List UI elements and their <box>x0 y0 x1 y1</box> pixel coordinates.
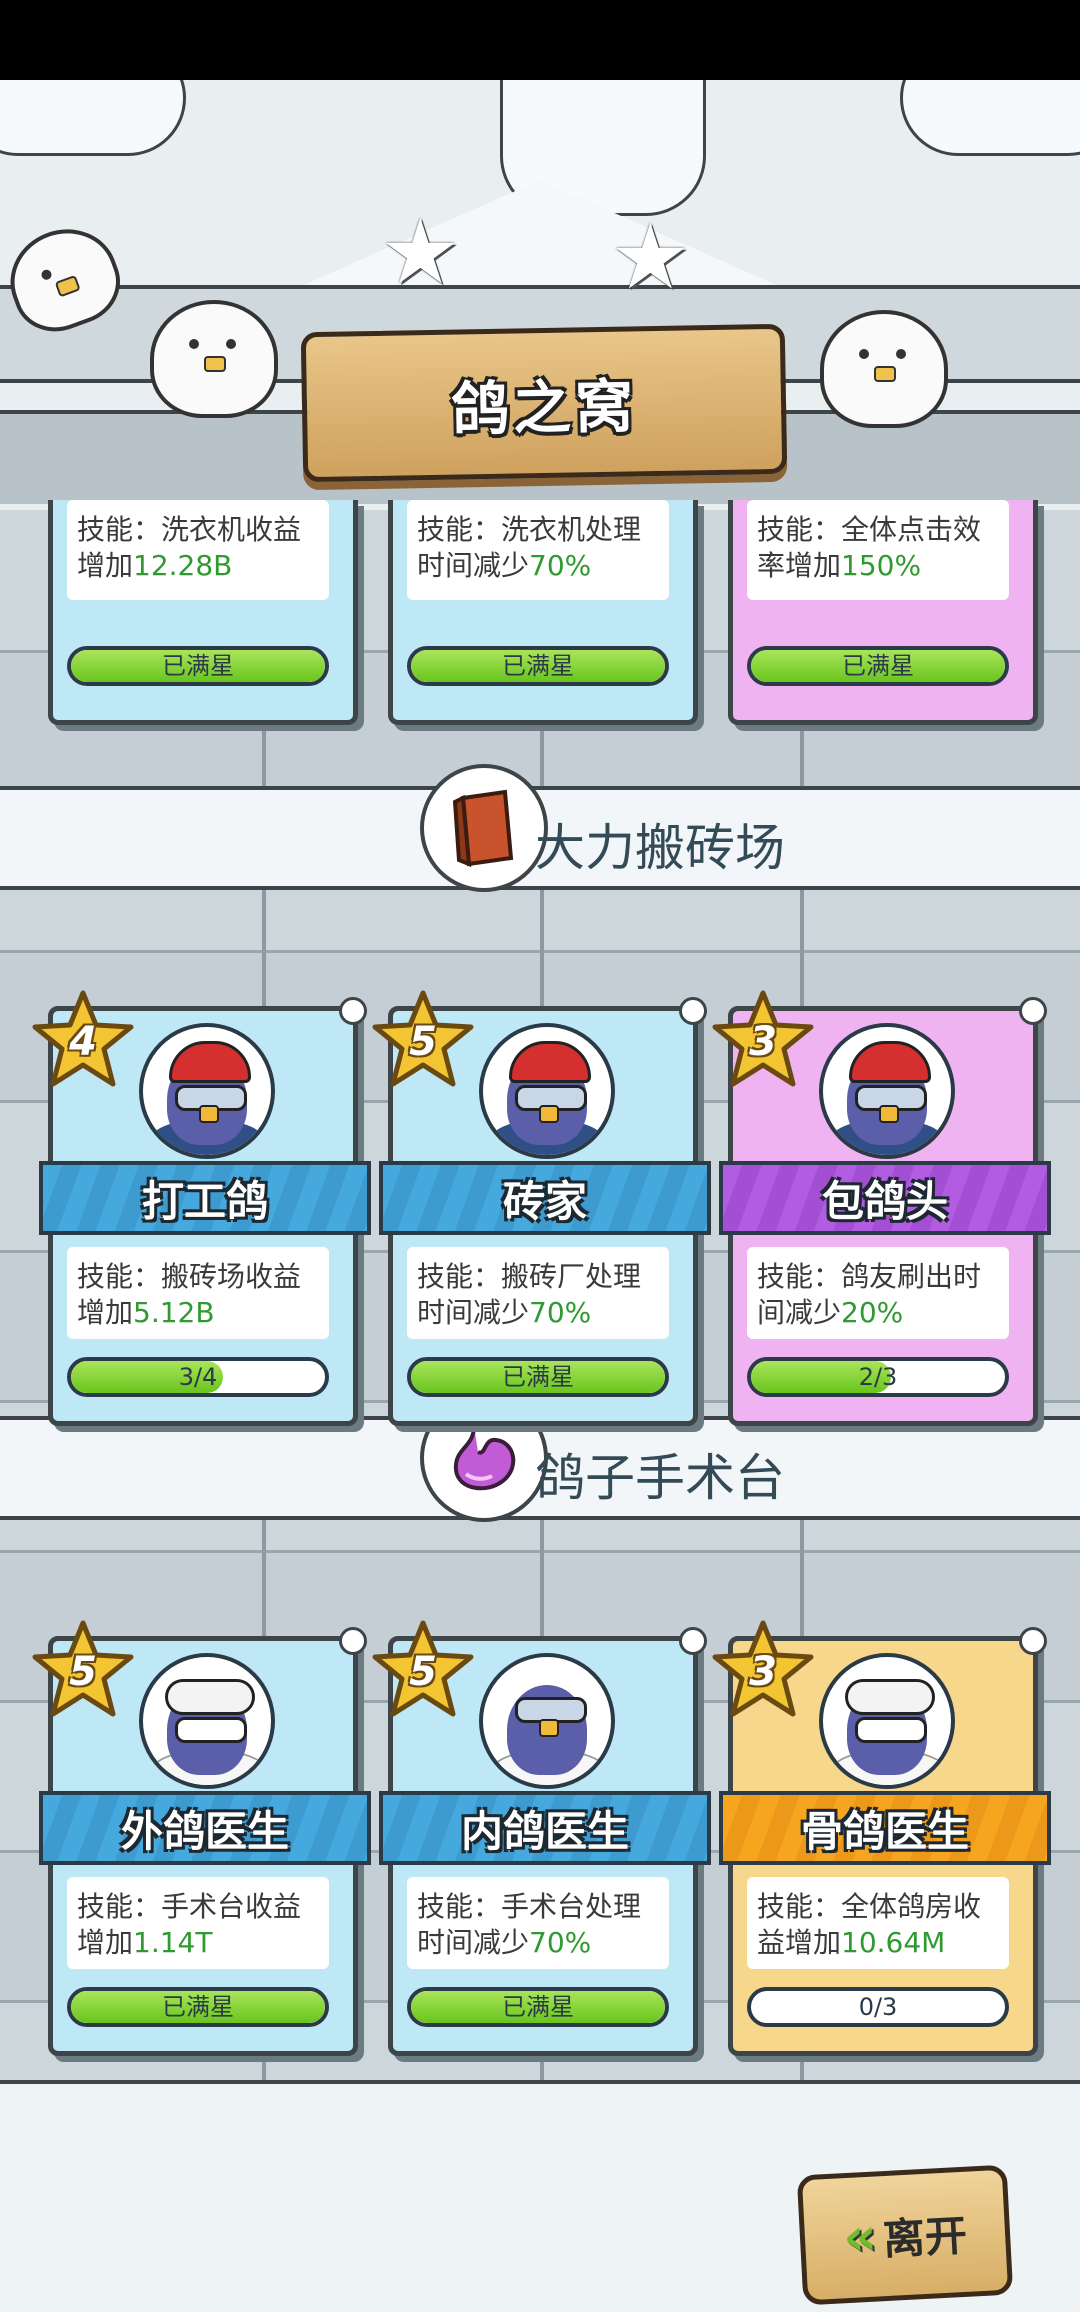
pigeon-card[interactable]: 3 包鸽头技能：鸽友刷出时间减少20% 2/3 <box>712 990 1051 1426</box>
progress-label: 0/3 <box>858 1993 898 2021</box>
progress-label: 3/4 <box>178 1363 218 1391</box>
progress-label: 已满星 <box>842 652 914 680</box>
progress-label: 已满星 <box>502 1363 574 1391</box>
skill-value: 70% <box>529 1296 592 1329</box>
pigeon-card[interactable]: 5 砖家技能：搬砖厂处理时间减少70% 已满星 <box>372 990 711 1426</box>
skill-description: 技能：洗衣机处理时间减少70% <box>407 500 669 600</box>
pigeon-name: 打工鸽 <box>141 1176 268 1226</box>
pigeon-name: 砖家 <box>502 1176 587 1226</box>
skill-value: 20% <box>841 1296 904 1329</box>
corner-pin-icon <box>339 1627 367 1655</box>
star-progress-bar: 0/3 <box>747 1987 1009 2027</box>
pigeon-card[interactable]: 技能：洗衣机处理时间减少70% 已满星 <box>388 500 698 725</box>
skill-value: 1.14T <box>133 1926 213 1959</box>
back-arrow-icon: « <box>841 2206 879 2269</box>
skill-value: 5.12B <box>133 1296 215 1329</box>
star-level-badge: 4 <box>31 989 135 1089</box>
card-name-banner: 砖家 <box>379 1161 711 1235</box>
star-level-badge: 3 <box>711 1619 815 1719</box>
star-progress-bar: 已满星 <box>407 646 669 686</box>
pigeon-card[interactable]: 技能：全体点击效率增加150% 已满星 <box>728 500 1038 725</box>
progress-label: 已满星 <box>502 652 574 680</box>
snow-cloud <box>900 80 1080 156</box>
pigeon-avatar <box>479 1653 615 1789</box>
star-level: 5 <box>409 1649 437 1695</box>
pigeon-card[interactable]: 3 骨鸽医生技能：全体鸽房收益增加10.64M 0/3 <box>712 1620 1051 2056</box>
progress-label: 2/3 <box>858 1363 898 1391</box>
pigeon-decoration-icon <box>150 300 278 418</box>
pigeon-name: 外鸽医生 <box>120 1806 289 1856</box>
section-title: 鸽子手术台 <box>535 1449 785 1507</box>
card-name-banner: 骨鸽医生 <box>719 1791 1051 1865</box>
skill-value: 150% <box>841 549 922 582</box>
skill-value: 12.28B <box>133 549 233 582</box>
card-name-banner: 外鸽医生 <box>39 1791 371 1865</box>
star-level: 5 <box>69 1649 97 1695</box>
star-level-badge: 3 <box>711 989 815 1089</box>
section-header-brick-yard: 大力搬砖场 <box>0 764 1080 892</box>
leave-button[interactable]: « 离开 <box>796 2164 1014 2306</box>
progress-label: 已满星 <box>162 1993 234 2021</box>
leave-button-label: 离开 <box>881 2210 969 2264</box>
star-progress-bar: 已满星 <box>407 1987 669 2027</box>
skill-value: 70% <box>529 549 592 582</box>
card-name-banner: 内鸽医生 <box>379 1791 711 1865</box>
brick-icon <box>420 764 548 892</box>
skill-description: 技能：手术台处理时间减少70% <box>407 1877 669 1969</box>
pigeon-card[interactable]: 5 外鸽医生技能：手术台收益增加1.14T 已满星 <box>32 1620 371 2056</box>
title-sign: 鸽之窝 <box>300 323 788 483</box>
game-screen: ★ ★ 鸽之窝 技能：洗衣机收益增加12.28B 已满星 技能：洗衣机处理时间减少7… <box>0 80 1080 2312</box>
pigeon-avatar <box>139 1653 275 1789</box>
skill-value: 70% <box>529 1926 592 1959</box>
skill-description: 技能：洗衣机收益增加12.28B <box>67 500 329 600</box>
pigeon-avatar <box>819 1653 955 1789</box>
pigeon-card[interactable]: 4 打工鸽技能：搬砖场收益增加5.12B 3/4 <box>32 990 371 1426</box>
skill-description: 技能：搬砖场收益增加5.12B <box>67 1247 329 1339</box>
corner-pin-icon <box>679 997 707 1025</box>
pigeon-name: 包鸽头 <box>821 1176 948 1226</box>
section-header-surgery-table: 鸽子手术台 <box>0 1394 1080 1522</box>
card-name-banner: 打工鸽 <box>39 1161 371 1235</box>
star-level-badge: 5 <box>371 1619 475 1719</box>
star-level-badge: 5 <box>31 1619 135 1719</box>
progress-label: 已满星 <box>502 1993 574 2021</box>
card-name-banner: 包鸽头 <box>719 1161 1051 1235</box>
skill-description: 技能：搬砖厂处理时间减少70% <box>407 1247 669 1339</box>
star-progress-bar: 已满星 <box>67 646 329 686</box>
progress-label: 已满星 <box>162 652 234 680</box>
pigeon-card[interactable]: 5 内鸽医生技能：手术台处理时间减少70% 已满星 <box>372 1620 711 2056</box>
star-progress-bar: 已满星 <box>67 1987 329 2027</box>
star-decoration-icon: ★ <box>610 205 691 310</box>
star-progress-bar: 已满星 <box>747 646 1009 686</box>
pigeon-avatar <box>479 1023 615 1159</box>
star-level: 4 <box>69 1019 97 1065</box>
star-level: 3 <box>749 1649 777 1695</box>
skill-description: 技能：全体鸽房收益增加10.64M <box>747 1877 1009 1969</box>
skill-value: 10.64M <box>841 1926 946 1959</box>
pigeon-decoration-icon <box>820 310 948 428</box>
skill-description: 技能：全体点击效率增加150% <box>747 500 1009 600</box>
star-level: 3 <box>749 1019 777 1065</box>
snow-cloud <box>0 80 186 156</box>
status-bar <box>0 0 1080 80</box>
pigeon-name: 内鸽医生 <box>460 1806 629 1856</box>
pigeon-avatar <box>139 1023 275 1159</box>
corner-pin-icon <box>679 1627 707 1655</box>
section-title: 大力搬砖场 <box>535 819 785 877</box>
skill-description: 技能：鸽友刷出时间减少20% <box>747 1247 1009 1339</box>
pigeon-card[interactable]: 技能：洗衣机收益增加12.28B 已满星 <box>48 500 358 725</box>
star-progress-bar: 3/4 <box>67 1357 329 1397</box>
star-level: 5 <box>409 1019 437 1065</box>
star-level-badge: 5 <box>371 989 475 1089</box>
star-progress-bar: 已满星 <box>407 1357 669 1397</box>
star-progress-bar: 2/3 <box>747 1357 1009 1397</box>
corner-pin-icon <box>1019 1627 1047 1655</box>
pigeon-avatar <box>819 1023 955 1159</box>
skill-description: 技能：手术台收益增加1.14T <box>67 1877 329 1969</box>
star-decoration-icon: ★ <box>380 200 461 305</box>
pigeon-name: 骨鸽医生 <box>800 1806 969 1856</box>
corner-pin-icon <box>339 997 367 1025</box>
corner-pin-icon <box>1019 997 1047 1025</box>
page-title: 鸽之窝 <box>450 372 638 444</box>
